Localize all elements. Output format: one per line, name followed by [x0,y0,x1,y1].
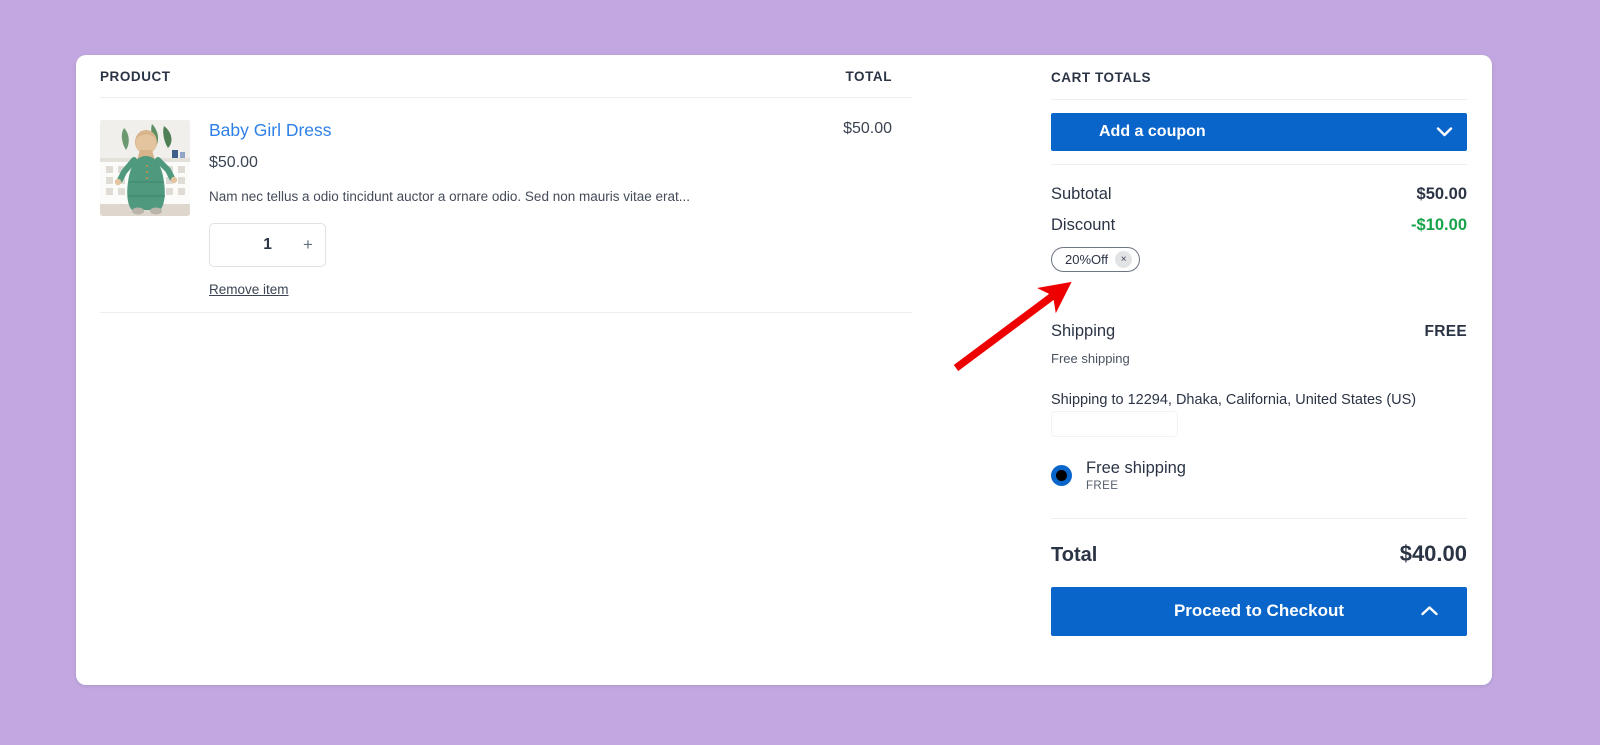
quantity-stepper[interactable]: − + [209,222,326,267]
product-unit-price: $50.00 [209,154,258,171]
applied-coupon-chip[interactable]: 20%Off × [1051,247,1141,272]
chevron-up-icon [1420,605,1439,617]
product-image [100,120,190,216]
product-title-link[interactable]: Baby Girl Dress [209,120,912,141]
grand-total-label: Total [1051,543,1098,566]
add-coupon-label: Add a coupon [1099,123,1206,140]
shipping-label: Shipping [1051,322,1116,340]
coupon-code-label: 20%Off [1065,252,1109,267]
discount-label: Discount [1051,216,1116,234]
product-thumbnail[interactable] [100,120,190,216]
radio-dot [1056,469,1067,481]
close-icon[interactable]: × [1115,251,1133,268]
product-details: Baby Girl Dress $50.00 Nam nec tellus a … [190,120,912,299]
shipping-option-name: Free shipping [1086,459,1186,477]
discount-value: -$10.00 [1411,216,1467,234]
shipping-option-price: FREE [1086,479,1119,492]
table-row: Baby Girl Dress $50.00 Nam nec tellus a … [100,98,912,313]
column-header-product: PRODUCT [100,68,171,84]
shipping-method-note: Free shipping [1051,351,1130,366]
radio-selected-icon[interactable] [1051,464,1072,486]
quantity-decrease-button[interactable]: − [210,224,244,266]
applied-coupons: 20%Off × [1051,241,1467,274]
subtotal-label: Subtotal [1051,185,1112,203]
cart-totals-column: CART TOTALS Add a coupon Subtotal $50.00… [1026,55,1492,685]
subtotal-row: Subtotal $50.00 [1051,179,1467,210]
product-description: Nam nec tellus a odio tincidunt auctor a… [209,189,691,204]
change-address-box[interactable] [1051,411,1178,437]
shipping-row: Shipping FREE [1051,316,1467,347]
products-column: PRODUCT TOTAL Baby Girl Dress $50.00 Nam… [76,55,936,685]
discount-row: Discount -$10.00 [1051,210,1467,241]
cart-totals-body: Subtotal $50.00 Discount -$10.00 20%Off … [1051,165,1467,636]
products-table-header: PRODUCT TOTAL [100,55,912,98]
quantity-increase-button[interactable]: + [291,224,325,266]
shipping-option-text: Free shipping FREE [1086,459,1186,492]
shipping-option-free-shipping[interactable]: Free shipping FREE [1051,459,1467,519]
coupon-section: Add a coupon [1051,100,1467,165]
grand-total-value: $40.00 [1399,540,1467,566]
chevron-down-icon [1436,127,1453,138]
shipping-address-text: Shipping to 12294, Dhaka, California, Un… [1051,392,1417,408]
proceed-to-checkout-button[interactable]: Proceed to Checkout [1051,586,1467,636]
product-line-total: $50.00 [843,120,892,137]
remove-item-link[interactable]: Remove item [209,282,289,297]
cart-card: PRODUCT TOTAL Baby Girl Dress $50.00 Nam… [76,55,1492,685]
grand-total-row: Total $40.00 [1051,519,1467,587]
column-header-total: TOTAL [845,68,892,84]
proceed-to-checkout-label: Proceed to Checkout [1173,601,1345,621]
subtotal-value: $50.00 [1416,185,1467,203]
add-coupon-button[interactable]: Add a coupon [1051,113,1467,151]
cart-totals-heading: CART TOTALS [1051,55,1467,100]
quantity-input[interactable] [244,235,291,254]
shipping-value: FREE [1424,323,1467,340]
